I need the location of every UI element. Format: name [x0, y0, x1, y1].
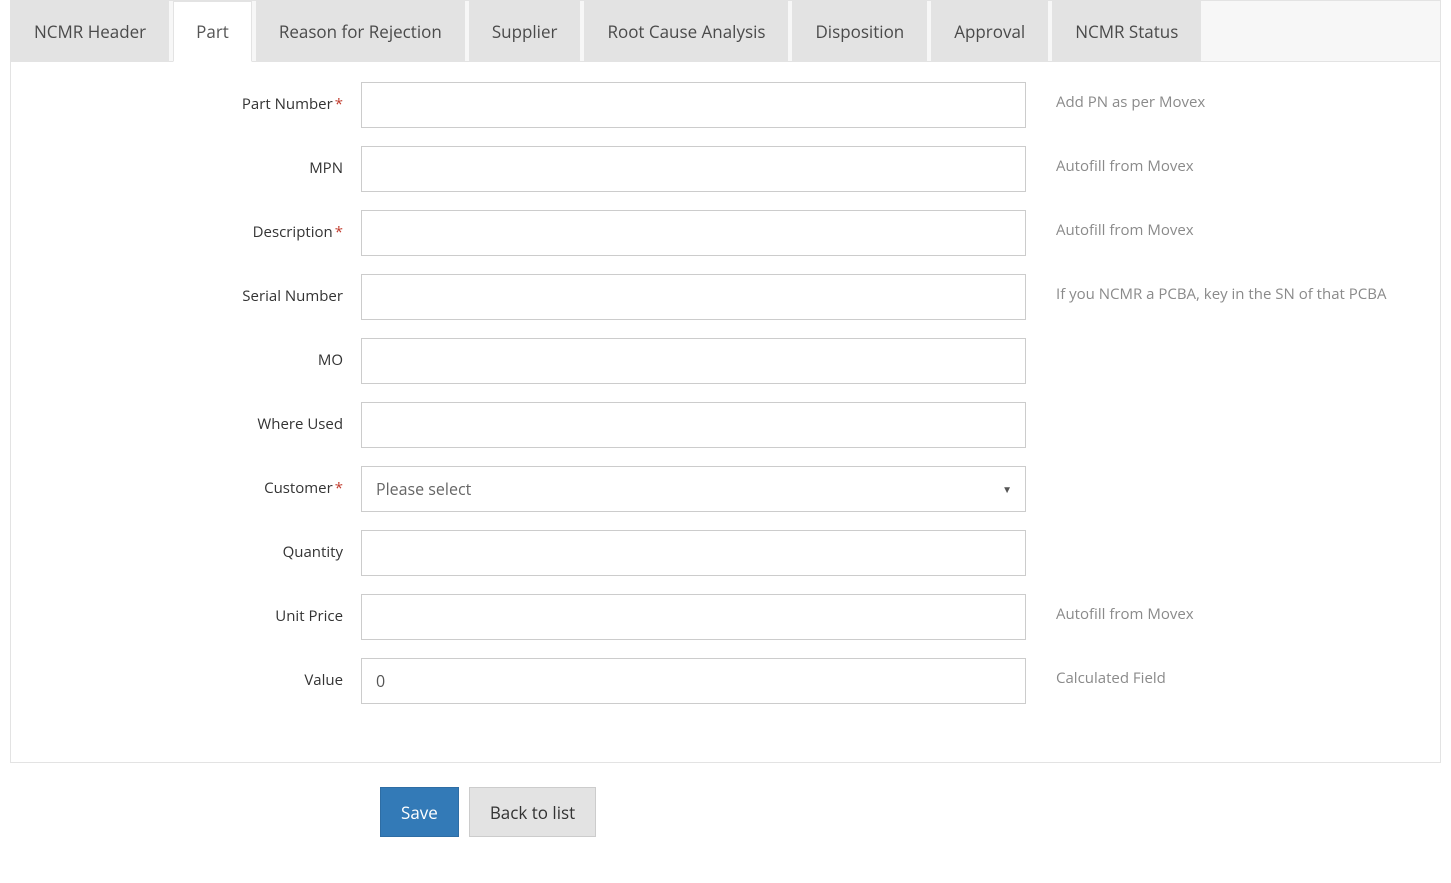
label-serial-number: Serial Number [242, 286, 343, 306]
tab-bar: NCMR Header Part Reason for Rejection Su… [11, 1, 1440, 62]
help-part-number: Add PN as per Movex [1026, 82, 1420, 112]
label-quantity: Quantity [283, 542, 343, 562]
row-serial-number: Serial Number If you NCMR a PCBA, key in… [31, 274, 1420, 320]
description-input[interactable] [361, 210, 1026, 256]
label-description: Description [253, 222, 333, 242]
help-mpn: Autofill from Movex [1026, 146, 1420, 176]
row-description: Description* Autofill from Movex [31, 210, 1420, 256]
tab-content-part: Part Number* Add PN as per Movex MPN Aut… [11, 62, 1440, 762]
help-customer [1026, 466, 1420, 476]
row-quantity: Quantity [31, 530, 1420, 576]
mpn-input[interactable] [361, 146, 1026, 192]
quantity-input[interactable] [361, 530, 1026, 576]
row-value: Value Calculated Field [31, 658, 1420, 704]
save-button[interactable]: Save [380, 787, 459, 837]
value-input[interactable] [361, 658, 1026, 704]
row-mpn: MPN Autofill from Movex [31, 146, 1420, 192]
help-mo [1026, 338, 1420, 348]
row-customer: Customer* Please select ▼ [31, 466, 1420, 512]
label-unit-price: Unit Price [275, 606, 343, 626]
tab-root-cause-analysis[interactable]: Root Cause Analysis [584, 1, 788, 62]
required-mark: * [335, 222, 343, 242]
label-part-number: Part Number [242, 94, 333, 114]
help-unit-price: Autofill from Movex [1026, 594, 1420, 624]
label-customer: Customer [264, 478, 333, 498]
back-to-list-button[interactable]: Back to list [469, 787, 596, 837]
tab-ncmr-header[interactable]: NCMR Header [11, 1, 169, 62]
row-unit-price: Unit Price Autofill from Movex [31, 594, 1420, 640]
mo-input[interactable] [361, 338, 1026, 384]
row-mo: MO [31, 338, 1420, 384]
label-mpn: MPN [309, 158, 343, 178]
tab-approval[interactable]: Approval [931, 1, 1048, 62]
tab-supplier[interactable]: Supplier [469, 1, 581, 62]
label-mo: MO [318, 350, 343, 370]
row-part-number: Part Number* Add PN as per Movex [31, 82, 1420, 128]
help-serial-number: If you NCMR a PCBA, key in the SN of tha… [1026, 274, 1420, 304]
label-value: Value [304, 670, 343, 690]
help-description: Autofill from Movex [1026, 210, 1420, 240]
where-used-input[interactable] [361, 402, 1026, 448]
tab-disposition[interactable]: Disposition [792, 1, 927, 62]
tab-reason-for-rejection[interactable]: Reason for Rejection [256, 1, 465, 62]
required-mark: * [335, 478, 343, 498]
tab-part[interactable]: Part [173, 1, 252, 62]
tab-ncmr-status[interactable]: NCMR Status [1052, 1, 1201, 62]
help-where-used [1026, 402, 1420, 412]
required-mark: * [335, 94, 343, 114]
customer-select[interactable]: Please select [361, 466, 1026, 512]
row-where-used: Where Used [31, 402, 1420, 448]
serial-number-input[interactable] [361, 274, 1026, 320]
tab-container: NCMR Header Part Reason for Rejection Su… [10, 0, 1441, 763]
help-value: Calculated Field [1026, 658, 1420, 688]
form-actions: Save Back to list [380, 763, 1441, 867]
label-where-used: Where Used [257, 414, 343, 434]
unit-price-input[interactable] [361, 594, 1026, 640]
help-quantity [1026, 530, 1420, 540]
part-number-input[interactable] [361, 82, 1026, 128]
